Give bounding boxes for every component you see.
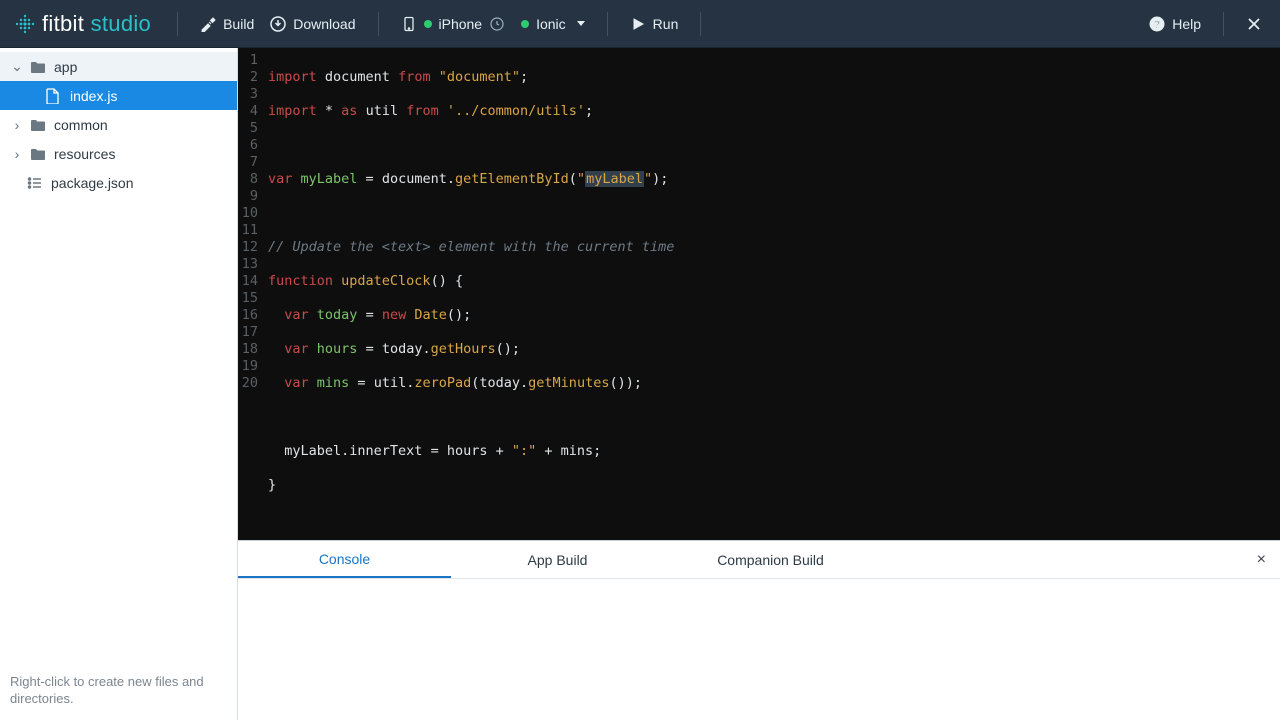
download-button[interactable]: Download (262, 16, 363, 32)
chevron-right-icon: › (10, 146, 24, 162)
file-package-json[interactable]: package.json (0, 168, 237, 197)
tab-companion-build[interactable]: Companion Build (664, 541, 877, 578)
play-icon (630, 16, 646, 32)
file-explorer: ⌄ app index.js › common › (0, 48, 238, 720)
code-content: import document from "document"; import … (264, 52, 1280, 540)
folder-icon (30, 147, 48, 161)
svg-text:?: ? (1154, 19, 1161, 31)
build-button[interactable]: Build (192, 16, 262, 32)
run-label: Run (653, 16, 679, 32)
chevron-down-icon: ⌄ (10, 58, 24, 75)
editor-column: 1234567891011121314151617181920 import d… (238, 48, 1280, 720)
folder-icon (30, 118, 48, 132)
divider (378, 12, 379, 36)
help-icon: ? (1149, 16, 1165, 32)
build-label: Build (223, 16, 254, 32)
close-icon (1246, 16, 1262, 32)
download-icon (270, 16, 286, 32)
file-icon (46, 88, 64, 104)
tab-console[interactable]: Console (238, 541, 451, 578)
folder-resources-label: resources (54, 146, 115, 162)
file-index-js[interactable]: index.js (0, 81, 237, 110)
file-package-json-label: package.json (51, 175, 134, 191)
bottom-panel: Console App Build Companion Build × (238, 540, 1280, 720)
folder-icon (30, 60, 48, 74)
clock-icon (489, 16, 505, 32)
sidebar-hint: Right-click to create new files and dire… (0, 663, 237, 720)
folder-app[interactable]: ⌄ app (0, 52, 237, 81)
phone-icon (401, 16, 417, 32)
brand-logo: fitbit studio (10, 11, 163, 37)
device-selector[interactable]: Ionic (513, 16, 593, 32)
divider (1223, 12, 1224, 36)
phone-status-dot (424, 20, 432, 28)
line-gutter: 1234567891011121314151617181920 (238, 52, 264, 540)
close-window-button[interactable] (1238, 16, 1270, 32)
help-button[interactable]: ? Help (1141, 16, 1209, 32)
device-label: Ionic (536, 16, 566, 32)
bottom-tab-row: Console App Build Companion Build × (238, 541, 1280, 579)
folder-resources[interactable]: › resources (0, 139, 237, 168)
hammer-icon (200, 16, 216, 32)
brand-text: fitbit studio (42, 11, 151, 37)
work-area: ⌄ app index.js › common › (0, 48, 1280, 720)
divider (177, 12, 178, 36)
tab-app-build[interactable]: App Build (451, 541, 664, 578)
chevron-right-icon: › (10, 117, 24, 133)
fitbit-logo-icon (14, 13, 36, 35)
file-index-js-label: index.js (70, 88, 117, 104)
chevron-down-icon (577, 21, 585, 26)
device-status-dot (521, 20, 529, 28)
close-panel-button[interactable]: × (1257, 552, 1266, 568)
folder-common-label: common (54, 117, 108, 133)
divider (700, 12, 701, 36)
run-button[interactable]: Run (622, 16, 687, 32)
folder-app-label: app (54, 59, 77, 75)
file-list: ⌄ app index.js › common › (0, 48, 237, 663)
top-bar: fitbit studio Build Download iPhone Ioni… (0, 0, 1280, 48)
code-editor[interactable]: 1234567891011121314151617181920 import d… (238, 48, 1280, 540)
download-label: Download (293, 16, 355, 32)
console-output[interactable] (238, 579, 1280, 720)
folder-common[interactable]: › common (0, 110, 237, 139)
list-icon (27, 176, 45, 190)
phone-selector[interactable]: iPhone (393, 16, 514, 32)
help-label: Help (1172, 16, 1201, 32)
phone-label: iPhone (439, 16, 483, 32)
divider (607, 12, 608, 36)
